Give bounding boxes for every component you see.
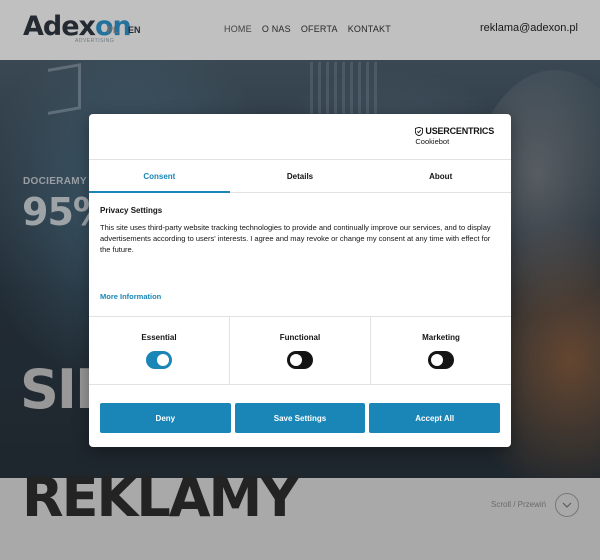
brand-subtitle: Cookiebot (415, 137, 450, 146)
consent-toggles: Essential Functional Marketing (89, 316, 511, 385)
toggle-cell-essential: Essential (89, 317, 230, 384)
toggle-label-marketing: Marketing (422, 333, 460, 342)
save-settings-button[interactable]: Save Settings (234, 403, 366, 433)
brand-name: USERCENTRICS (425, 126, 494, 136)
toggle-label-functional: Functional (279, 333, 321, 342)
tab-details[interactable]: Details (230, 160, 371, 192)
usercentrics-brand: USERCENTRICS Cookiebot (415, 126, 494, 146)
functional-toggle[interactable] (287, 351, 313, 369)
toggle-knob (157, 354, 169, 366)
shield-icon (415, 126, 424, 136)
deny-button[interactable]: Deny (100, 403, 231, 433)
privacy-settings-title: Privacy Settings (100, 206, 163, 215)
cookie-consent-dialog: USERCENTRICS Cookiebot Consent Details A… (89, 114, 511, 447)
tab-consent[interactable]: Consent (89, 160, 230, 193)
consent-buttons: Deny Save Settings Accept All (100, 403, 501, 433)
tab-about[interactable]: About (370, 160, 511, 192)
toggle-knob (290, 354, 302, 366)
privacy-settings-text: This site uses third-party website track… (100, 223, 491, 254)
more-information-link[interactable]: More Information (100, 292, 161, 301)
toggle-cell-marketing: Marketing (371, 317, 511, 384)
toggle-knob (431, 354, 443, 366)
essential-toggle[interactable] (146, 351, 172, 369)
accept-all-button[interactable]: Accept All (369, 403, 501, 433)
marketing-toggle[interactable] (428, 351, 454, 369)
consent-tabs: Consent Details About (89, 159, 511, 193)
toggle-cell-functional: Functional (230, 317, 371, 384)
toggle-label-essential: Essential (141, 333, 177, 342)
consent-content: Privacy Settings This site uses third-pa… (100, 206, 498, 255)
